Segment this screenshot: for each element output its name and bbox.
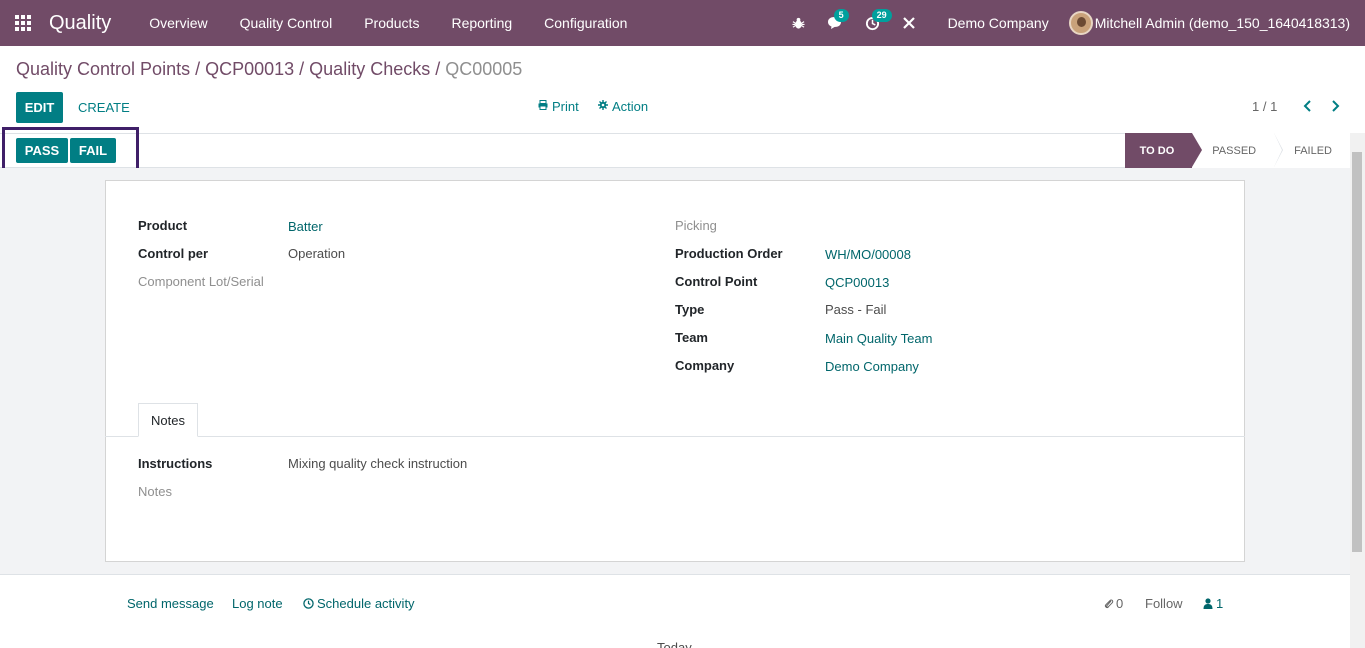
breadcrumb-control-point[interactable]: QCP00013 [205,59,294,80]
attachments-button[interactable]: 0 [1104,596,1123,611]
clock-icon [303,598,314,609]
breadcrumb-quality-control-points[interactable]: Quality Control Points [16,59,190,80]
edit-button[interactable]: EDIT [16,92,63,123]
menu-products[interactable]: Products [348,15,435,31]
production-order-label: Production Order [675,246,783,261]
production-order-value[interactable]: WH/MO/00008 [825,247,911,262]
stage-to-do-label: TO DO [1139,144,1175,157]
team-value[interactable]: Main Quality Team [825,331,932,346]
instructions-value: Mixing quality check instruction [288,456,468,471]
product-label: Product [138,218,188,233]
team-label: Team [675,330,708,345]
pager-previous-chevron-icon[interactable] [1298,96,1316,116]
breadcrumb-separator: / [299,59,305,79]
tab-notes[interactable]: Notes [138,403,198,437]
breadcrumb-separator: / [195,59,201,79]
product-value[interactable]: Batter [288,219,323,234]
activities-clock-icon[interactable]: 29 [854,0,892,46]
notes-label: Notes [138,484,172,499]
company-switcher[interactable]: Demo Company [927,15,1069,31]
company-value[interactable]: Demo Company [825,359,919,374]
type-label: Type [675,302,705,317]
followers-count: 1 [1216,596,1224,611]
menu-quality-control[interactable]: Quality Control [224,15,349,31]
print-label: Print [552,99,579,114]
picking-label: Picking [675,218,717,233]
messages-chat-icon[interactable]: 5 [816,0,854,46]
tools-icon[interactable] [891,0,927,46]
messages-count-badge: 5 [833,9,849,22]
schedule-activity-button[interactable]: Schedule activity [303,596,415,611]
control-point-label: Control Point [675,274,758,289]
user-name: Mitchell Admin (demo_150_1640418313) [1094,15,1350,31]
log-note-button[interactable]: Log note [232,596,283,611]
action-dropdown[interactable]: Action [598,99,648,114]
avatar [1068,11,1093,35]
stage-to-do[interactable]: TO DO [1124,133,1202,168]
printer-icon [538,100,548,113]
type-value: Pass - Fail [825,302,887,317]
pager-next-chevron-icon[interactable] [1326,96,1344,116]
paperclip-icon [1104,598,1114,610]
control-per-value: Operation [288,246,346,261]
app-name[interactable]: Quality [49,12,111,35]
notebook-tab-line [105,436,1245,437]
user-menu[interactable]: Mitchell Admin (demo_150_1640418313) [1068,11,1365,35]
action-label: Action [612,99,649,114]
activities-count-badge: 29 [871,9,892,22]
stage-passed-label: PASSED [1212,144,1257,157]
control-per-label: Control per [138,246,209,261]
stage-pipeline: TO DO PASSED FAILED [1124,133,1350,168]
stage-failed-label: FAILED [1294,144,1332,157]
schedule-activity-label: Schedule activity [317,596,415,611]
activity-date-heading: Today [657,640,692,648]
follow-button[interactable]: Follow [1145,596,1183,611]
top-navbar: Quality Overview Quality Control Product… [0,0,1365,46]
create-button[interactable]: CREATE [68,92,140,123]
company-label: Company [675,358,735,373]
scrollbar-thumb[interactable] [1352,152,1362,552]
stage-passed[interactable]: PASSED [1192,133,1283,168]
gear-icon [598,100,608,113]
apps-menu-icon[interactable] [0,0,46,46]
menu-configuration[interactable]: Configuration [528,15,643,31]
breadcrumb-separator: / [435,59,441,79]
debug-bug-icon[interactable] [781,0,816,46]
followers-button[interactable]: 1 [1203,596,1223,611]
user-icon [1203,598,1213,609]
breadcrumb: Quality Control Points / QCP00013 / Qual… [16,59,522,80]
component-lot-serial-label: Component Lot/Serial [138,274,264,289]
breadcrumb-current: QC00005 [445,59,523,79]
pager-value[interactable]: 1 / 1 [1252,99,1277,114]
print-dropdown[interactable]: Print [538,99,579,114]
instructions-label: Instructions [138,456,213,471]
menu-overview[interactable]: Overview [133,15,223,31]
send-message-button[interactable]: Send message [127,596,214,611]
control-point-value[interactable]: QCP00013 [825,275,889,290]
attachments-count: 0 [1116,596,1124,611]
menu-reporting[interactable]: Reporting [435,15,528,31]
stage-failed[interactable]: FAILED [1274,133,1350,168]
breadcrumb-quality-checks[interactable]: Quality Checks [309,59,430,80]
